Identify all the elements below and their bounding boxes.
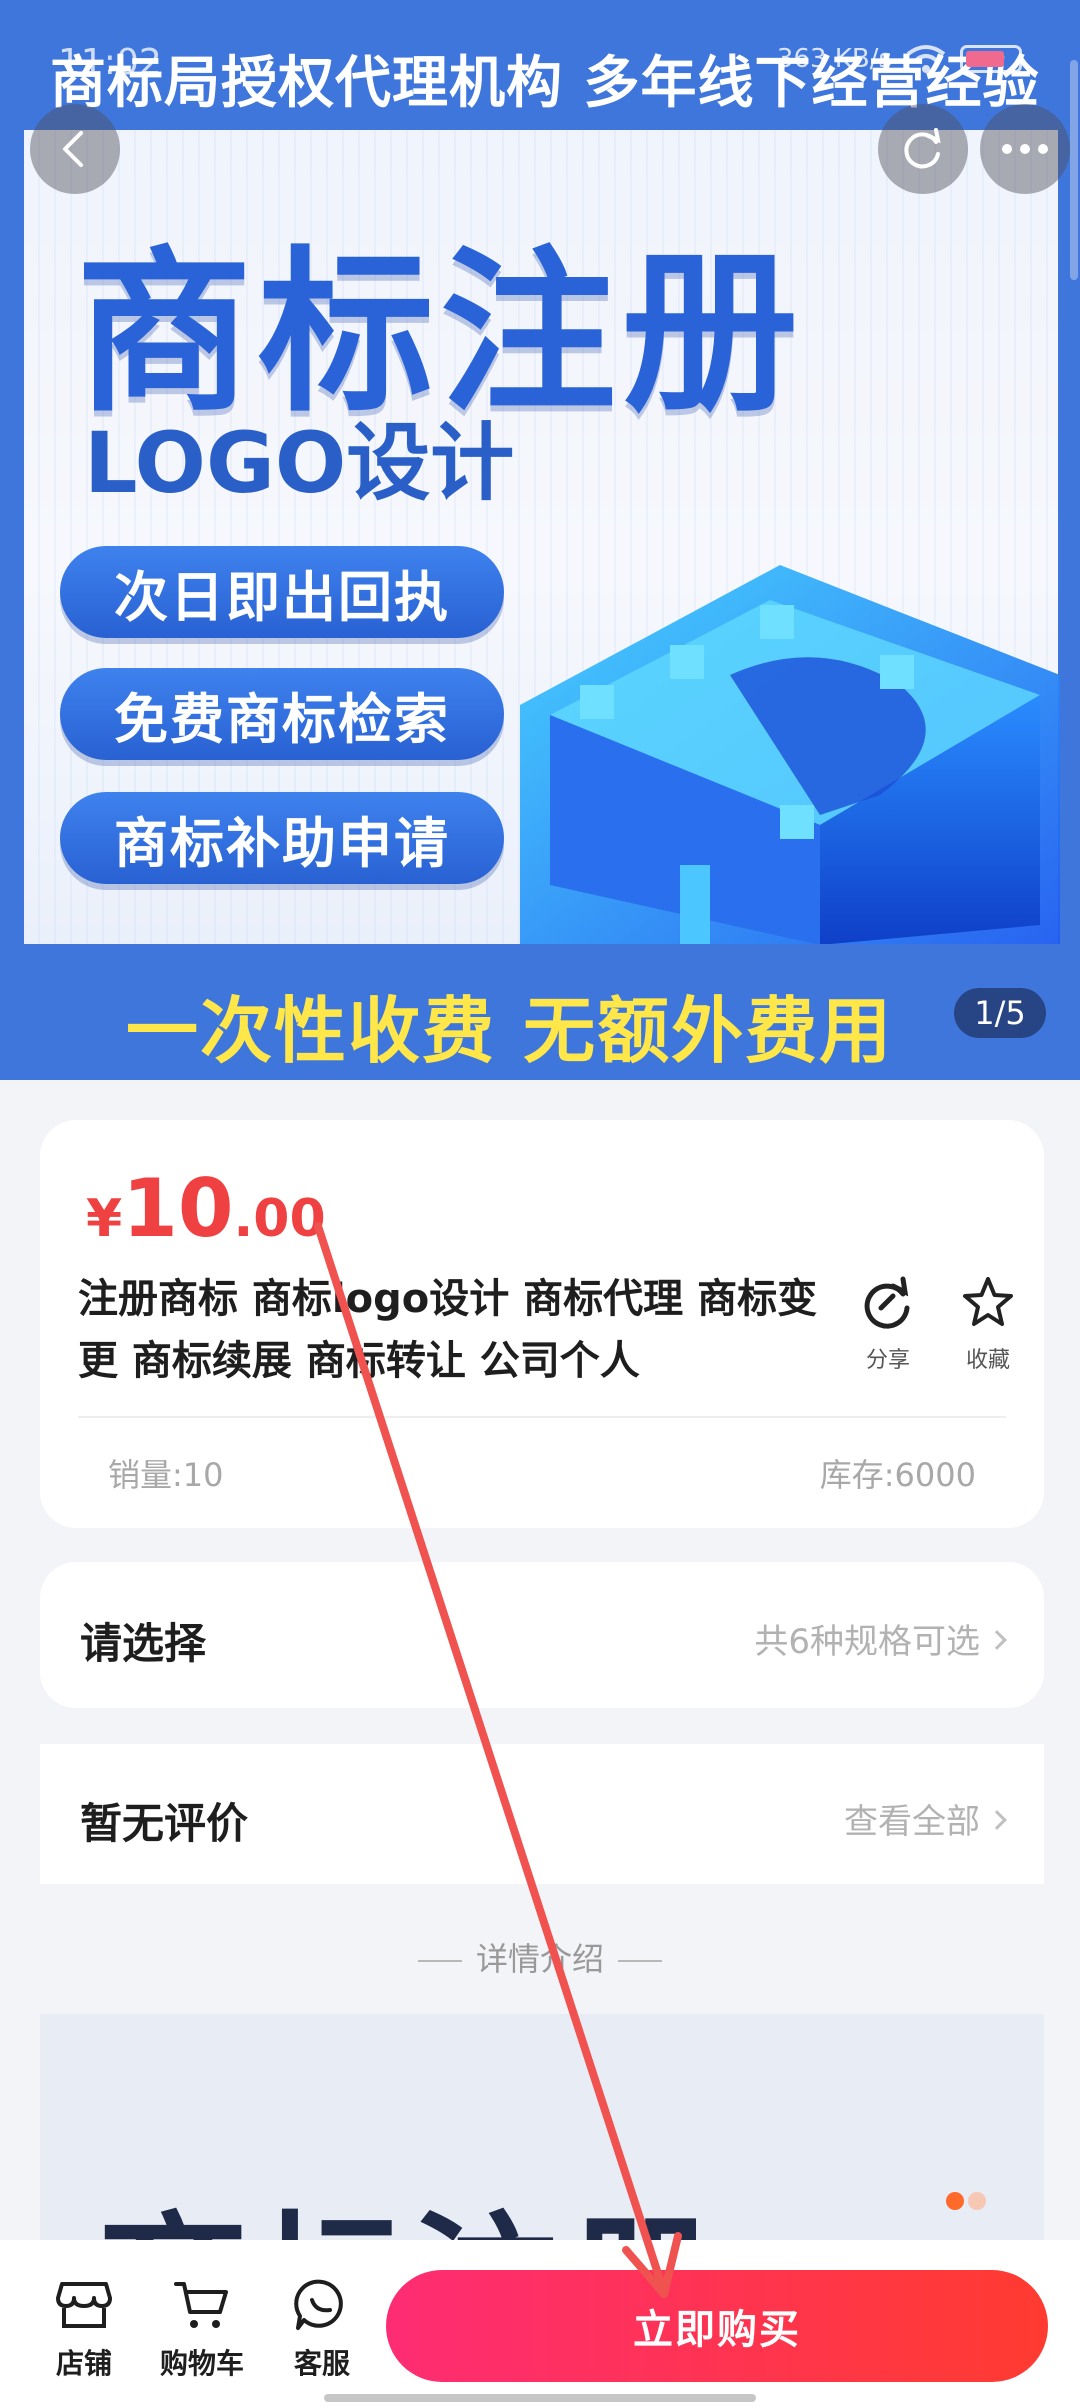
tab-customer-service[interactable]: 客服	[292, 2278, 352, 2382]
stock-count: 库存:6000	[819, 1456, 976, 1494]
tab-cart-label: 购物车	[160, 2347, 245, 2380]
status-icons: 363 KB/s	[777, 44, 1022, 74]
back-button[interactable]	[30, 104, 120, 194]
chevron-right-icon	[987, 1809, 1007, 1830]
reviews-label: 暂无评价	[80, 1799, 249, 1848]
product-price: ¥10.00	[86, 1162, 326, 1255]
wifi-icon	[906, 45, 946, 73]
chevron-right-icon	[987, 1629, 1007, 1650]
hero-pill-2: 免费商标检索	[60, 668, 504, 760]
hero-subtitle: LOGO设计	[84, 414, 515, 512]
chevron-left-icon	[63, 131, 83, 167]
carousel-page-indicator: 1/5	[954, 988, 1046, 1038]
tab-store[interactable]: 店铺	[54, 2278, 114, 2382]
tab-customer-service-label: 客服	[293, 2347, 350, 2380]
detail-dots	[946, 2192, 986, 2210]
more-icon	[1002, 144, 1048, 154]
spec-hint: 共6种规格可选	[754, 1614, 1007, 1663]
spec-label: 请选择	[80, 1619, 207, 1668]
reviews-view-all-text: 查看全部	[844, 1802, 980, 1842]
scrollbar	[1070, 60, 1078, 280]
price-decimal: .00	[233, 1189, 326, 1249]
store-icon	[56, 2282, 112, 2328]
chat-icon	[294, 2279, 343, 2330]
dot	[968, 2192, 986, 2210]
share-icon	[864, 1276, 910, 1329]
tab-cart[interactable]: 购物车	[160, 2278, 244, 2382]
reviews-view-all[interactable]: 查看全部	[844, 1794, 1007, 1843]
favorite-label: 收藏	[965, 1348, 1010, 1373]
product-info-card: ¥10.00 注册商标 商标logo设计 商标代理 商标变更 商标续展 商标转让…	[40, 1120, 1044, 1528]
favorite-button[interactable]: 收藏	[948, 1274, 1028, 1374]
reviews-row[interactable]: 暂无评价 查看全部	[40, 1744, 1044, 1884]
detail-section-title: 详情介绍	[0, 1934, 1080, 1980]
cart-icon	[174, 2282, 228, 2328]
star-icon	[963, 1277, 1013, 1326]
detail-section-label: 详情介绍	[475, 1940, 604, 1978]
hero-pill-1: 次日即出回执	[60, 546, 504, 638]
title-line-left	[417, 1960, 462, 1962]
spec-hint-text: 共6种规格可选	[754, 1622, 980, 1662]
sales-count: 销量:10	[108, 1456, 224, 1494]
price-integer: 10	[122, 1162, 234, 1255]
buy-now-button[interactable]: 立即购买	[386, 2270, 1048, 2382]
spec-selector-row[interactable]: 请选择 共6种规格可选	[40, 1562, 1044, 1708]
battery-icon	[960, 45, 1022, 73]
product-title: 注册商标 商标logo设计 商标代理 商标变更 商标续展 商标转让 公司个人	[78, 1276, 818, 1384]
divider	[78, 1416, 1006, 1418]
more-button[interactable]	[980, 104, 1070, 194]
refresh-icon	[904, 128, 941, 169]
dot-active	[946, 2192, 964, 2210]
bottom-action-bar: 店铺 购物车 客服 立即购买	[0, 2240, 1080, 2408]
share-label: 分享	[865, 1348, 910, 1373]
trademark-3d-illustration	[520, 565, 1060, 945]
hero-pill-3: 商标补助申请	[60, 792, 504, 884]
status-time: 11:02	[58, 42, 162, 83]
title-line-right	[618, 1960, 662, 1962]
refresh-button[interactable]	[878, 104, 968, 194]
hero-bottom-text: 一次性收费 无额外费用	[126, 989, 894, 1073]
tab-store-label: 店铺	[55, 2347, 112, 2380]
share-button[interactable]: 分享	[848, 1274, 928, 1374]
price-currency: ¥	[86, 1189, 123, 1249]
network-speed: 363 KB/s	[776, 44, 892, 74]
home-indicator	[324, 2394, 756, 2402]
